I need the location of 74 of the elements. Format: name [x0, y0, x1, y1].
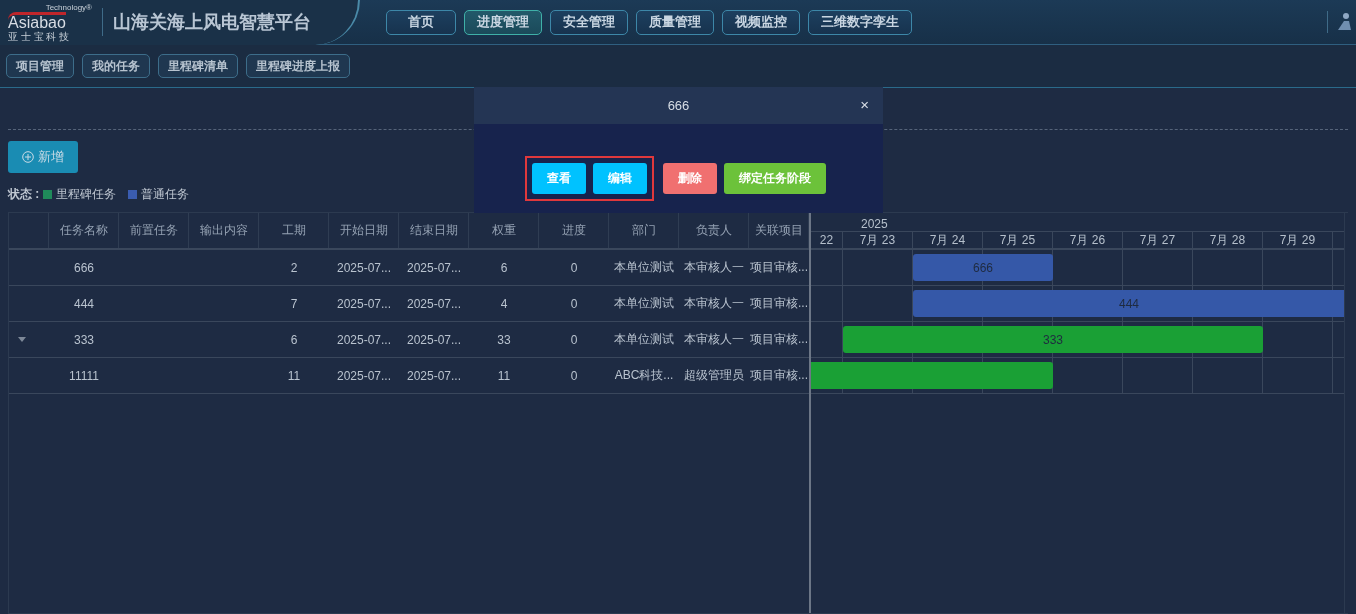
nav-tab[interactable]: 首页 — [386, 9, 456, 35]
table-cell: 11 — [497, 368, 511, 383]
close-button[interactable]: × — [860, 97, 869, 113]
task-bar[interactable]: 333 — [843, 326, 1263, 353]
table-cell: 6 — [290, 332, 298, 347]
day-label: 7月 25 — [999, 231, 1036, 249]
table-cell: 33 — [497, 332, 511, 347]
table-cell: 本审核人一 — [684, 259, 744, 276]
table-cell: 2025-07... — [406, 368, 461, 383]
table-cell: 本审核人一 — [684, 295, 744, 312]
user-icon[interactable] — [1336, 12, 1352, 32]
legend-text: 里程碑任务 — [56, 185, 117, 203]
table-cell: 333 — [74, 332, 94, 347]
table-cell: 本单位测试 — [614, 295, 674, 312]
platform-title: 山海关海上风电智慧平台 — [113, 11, 311, 34]
logo-tagline: Technology® — [45, 2, 92, 12]
day-label: 7月 29 — [1279, 231, 1316, 249]
nav-tab[interactable]: 质量管理 — [636, 9, 714, 35]
table-cell: 项目审核... — [750, 331, 808, 348]
table-cell: 本单位测试 — [614, 331, 674, 348]
table-cell: 4 — [500, 296, 508, 311]
table-cell: 0 — [570, 260, 578, 275]
column-header: 开始日期 — [329, 213, 399, 248]
expand-caret-icon[interactable] — [18, 337, 26, 342]
table-cell: 2025-07... — [336, 296, 391, 311]
table-cell: 0 — [570, 332, 578, 347]
table-cell: 11111 — [69, 368, 99, 383]
table-cell: 0 — [570, 368, 578, 383]
table-cell: ABC科技... — [614, 367, 674, 384]
table-cell: 2025-07... — [336, 332, 391, 347]
day-label: 7月 26 — [1069, 231, 1106, 249]
year-label: 2025 — [861, 217, 888, 231]
table-cell: 2025-07... — [406, 296, 461, 311]
table-cell: 超级管理员 — [684, 367, 744, 384]
day-label: 22 — [819, 233, 834, 247]
subnav-tab[interactable]: 项目管理 — [6, 54, 74, 78]
table-cell: 0 — [570, 296, 578, 311]
column-header: 结束日期 — [399, 213, 469, 248]
subnav-tab[interactable]: 里程碑进度上报 — [246, 54, 350, 78]
table-cell: 2025-07... — [406, 332, 461, 347]
logo-wordmark: Asiabao — [8, 11, 66, 31]
legend-text: 普通任务 — [141, 185, 190, 203]
nav-tab[interactable]: 安全管理 — [550, 9, 628, 35]
nav-tab[interactable]: 三维数字孪生 — [808, 9, 912, 35]
table-cell: 本单位测试 — [614, 259, 674, 276]
dialog-title: 666 — [667, 98, 690, 113]
logo-subtitle: 亚 士 宝 科 技 — [8, 30, 70, 42]
table-cell: 项目审核... — [750, 259, 808, 276]
table-cell: 11 — [287, 368, 301, 383]
day-label: 7月 28 — [1209, 231, 1246, 249]
subnav-tab[interactable]: 我的任务 — [82, 54, 150, 78]
table-cell: 2025-07... — [406, 260, 461, 275]
plus-circle-icon — [22, 151, 34, 163]
day-label: 7月 23 — [859, 231, 896, 249]
table-cell: 7 — [290, 296, 298, 311]
column-header: 输出内容 — [189, 213, 259, 248]
table-cell: 666 — [74, 260, 94, 275]
table-cell: 6 — [500, 260, 508, 275]
table-cell: 2025-07... — [336, 368, 391, 383]
column-header: 工期 — [259, 213, 329, 248]
subnav-tab[interactable]: 里程碑清单 — [158, 54, 238, 78]
table-cell: 2025-07... — [336, 260, 391, 275]
legend-label: 状态 : — [8, 185, 40, 203]
table-cell: 本审核人一 — [684, 331, 744, 348]
table-cell: 项目审核... — [750, 367, 808, 384]
day-label: 7月 27 — [1139, 231, 1176, 249]
nav-tab[interactable]: 视频监控 — [722, 9, 800, 35]
table-cell: 2 — [290, 260, 298, 275]
column-header: 前置任务 — [119, 213, 189, 248]
table-cell: 444 — [74, 296, 94, 311]
column-header: 任务名称 — [49, 213, 119, 248]
table-cell: 项目审核... — [750, 295, 808, 312]
nav-tab[interactable]: 进度管理 — [464, 9, 542, 35]
day-label: 7月 24 — [929, 231, 966, 249]
